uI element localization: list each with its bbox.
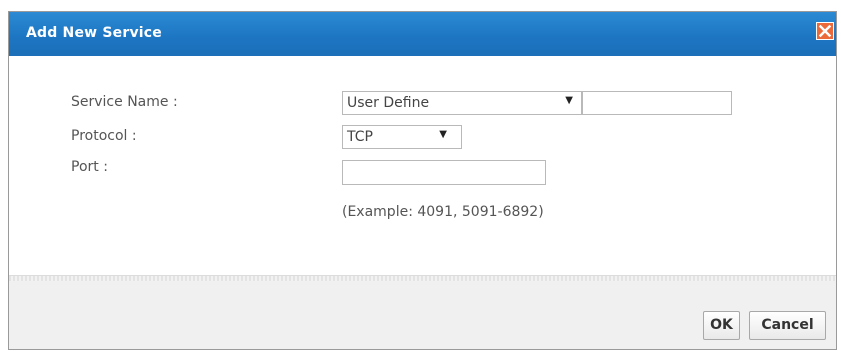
port-label: Port : xyxy=(71,159,108,175)
port-input[interactable] xyxy=(342,160,546,185)
protocol-select[interactable]: TCP ▼ xyxy=(342,125,462,149)
protocol-label: Protocol : xyxy=(71,128,137,144)
cancel-button[interactable]: Cancel xyxy=(749,311,826,340)
port-example-hint: (Example: 4091, 5091-6892) xyxy=(342,204,544,220)
service-name-label: Service Name : xyxy=(71,94,178,110)
dialog-title: Add New Service xyxy=(26,25,162,41)
service-name-select[interactable]: User Define ▼ xyxy=(342,91,582,115)
add-service-dialog: Add New Service Service Name : User Defi… xyxy=(8,11,837,350)
ok-button[interactable]: OK xyxy=(703,311,740,340)
protocol-selected: TCP xyxy=(347,129,373,145)
dialog-footer: OK Cancel xyxy=(9,281,836,349)
close-icon xyxy=(818,24,832,38)
service-name-custom-input[interactable] xyxy=(582,91,732,115)
chevron-down-icon: ▼ xyxy=(565,95,573,106)
dialog-title-bar: Add New Service xyxy=(9,12,836,56)
close-button[interactable] xyxy=(816,22,834,40)
dialog-body: Service Name : User Define ▼ Protocol : … xyxy=(9,56,836,275)
service-name-selected: User Define xyxy=(347,95,430,111)
chevron-down-icon: ▼ xyxy=(439,129,447,140)
